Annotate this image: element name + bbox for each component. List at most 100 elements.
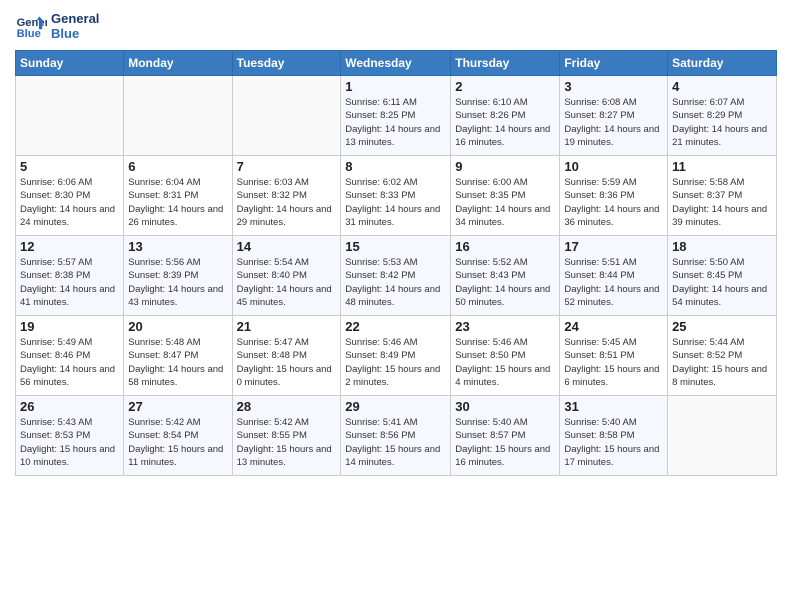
day-number: 25 bbox=[672, 319, 772, 334]
week-row-3: 19 Sunrise: 5:49 AM Sunset: 8:46 PM Dayli… bbox=[16, 316, 777, 396]
day-number: 9 bbox=[455, 159, 555, 174]
calendar-table: SundayMondayTuesdayWednesdayThursdayFrid… bbox=[15, 50, 777, 476]
calendar-cell: 16 Sunrise: 5:52 AM Sunset: 8:43 PM Dayli… bbox=[451, 236, 560, 316]
day-detail: Sunrise: 5:47 AM Sunset: 8:48 PM Dayligh… bbox=[237, 336, 337, 389]
week-row-0: 1 Sunrise: 6:11 AM Sunset: 8:25 PM Daylig… bbox=[16, 76, 777, 156]
day-detail: Sunrise: 6:10 AM Sunset: 8:26 PM Dayligh… bbox=[455, 96, 555, 149]
weekday-friday: Friday bbox=[560, 51, 668, 76]
calendar-cell: 14 Sunrise: 5:54 AM Sunset: 8:40 PM Dayli… bbox=[232, 236, 341, 316]
day-detail: Sunrise: 5:40 AM Sunset: 8:58 PM Dayligh… bbox=[564, 416, 663, 469]
day-detail: Sunrise: 5:56 AM Sunset: 8:39 PM Dayligh… bbox=[128, 256, 227, 309]
calendar-cell: 8 Sunrise: 6:02 AM Sunset: 8:33 PM Daylig… bbox=[341, 156, 451, 236]
day-number: 1 bbox=[345, 79, 446, 94]
weekday-tuesday: Tuesday bbox=[232, 51, 341, 76]
day-detail: Sunrise: 6:00 AM Sunset: 8:35 PM Dayligh… bbox=[455, 176, 555, 229]
day-detail: Sunrise: 6:04 AM Sunset: 8:31 PM Dayligh… bbox=[128, 176, 227, 229]
day-number: 17 bbox=[564, 239, 663, 254]
day-detail: Sunrise: 5:41 AM Sunset: 8:56 PM Dayligh… bbox=[345, 416, 446, 469]
weekday-monday: Monday bbox=[124, 51, 232, 76]
calendar-cell: 2 Sunrise: 6:10 AM Sunset: 8:26 PM Daylig… bbox=[451, 76, 560, 156]
logo-blue: Blue bbox=[51, 26, 99, 41]
day-detail: Sunrise: 5:42 AM Sunset: 8:54 PM Dayligh… bbox=[128, 416, 227, 469]
calendar-cell: 4 Sunrise: 6:07 AM Sunset: 8:29 PM Daylig… bbox=[668, 76, 777, 156]
day-number: 16 bbox=[455, 239, 555, 254]
weekday-sunday: Sunday bbox=[16, 51, 124, 76]
day-detail: Sunrise: 6:06 AM Sunset: 8:30 PM Dayligh… bbox=[20, 176, 119, 229]
calendar-cell: 6Sunrise: 6:04 AM Sunset: 8:31 PM Daylig… bbox=[124, 156, 232, 236]
calendar-cell: 29 Sunrise: 5:41 AM Sunset: 8:56 PM Dayli… bbox=[341, 396, 451, 476]
calendar-cell: 27 Sunrise: 5:42 AM Sunset: 8:54 PM Dayli… bbox=[124, 396, 232, 476]
week-row-2: 12 Sunrise: 5:57 AM Sunset: 8:38 PM Dayli… bbox=[16, 236, 777, 316]
day-number: 23 bbox=[455, 319, 555, 334]
weekday-thursday: Thursday bbox=[451, 51, 560, 76]
day-detail: Sunrise: 6:08 AM Sunset: 8:27 PM Dayligh… bbox=[564, 96, 663, 149]
day-number: 26 bbox=[20, 399, 119, 414]
day-number: 10 bbox=[564, 159, 663, 174]
calendar-cell: 19 Sunrise: 5:49 AM Sunset: 8:46 PM Dayli… bbox=[16, 316, 124, 396]
day-number: 27 bbox=[128, 399, 227, 414]
svg-text:General: General bbox=[17, 17, 47, 29]
day-detail: Sunrise: 5:51 AM Sunset: 8:44 PM Dayligh… bbox=[564, 256, 663, 309]
day-detail: Sunrise: 5:53 AM Sunset: 8:42 PM Dayligh… bbox=[345, 256, 446, 309]
calendar-cell: 5Sunrise: 6:06 AM Sunset: 8:30 PM Daylig… bbox=[16, 156, 124, 236]
weekday-header-row: SundayMondayTuesdayWednesdayThursdayFrid… bbox=[16, 51, 777, 76]
weekday-wednesday: Wednesday bbox=[341, 51, 451, 76]
calendar-cell: 11Sunrise: 5:58 AM Sunset: 8:37 PM Dayli… bbox=[668, 156, 777, 236]
week-row-1: 5Sunrise: 6:06 AM Sunset: 8:30 PM Daylig… bbox=[16, 156, 777, 236]
calendar-cell: 20 Sunrise: 5:48 AM Sunset: 8:47 PM Dayli… bbox=[124, 316, 232, 396]
day-detail: Sunrise: 5:48 AM Sunset: 8:47 PM Dayligh… bbox=[128, 336, 227, 389]
day-detail: Sunrise: 5:52 AM Sunset: 8:43 PM Dayligh… bbox=[455, 256, 555, 309]
day-detail: Sunrise: 5:45 AM Sunset: 8:51 PM Dayligh… bbox=[564, 336, 663, 389]
logo-general: General bbox=[51, 11, 99, 26]
calendar-cell: 3Sunrise: 6:08 AM Sunset: 8:27 PM Daylig… bbox=[560, 76, 668, 156]
day-number: 8 bbox=[345, 159, 446, 174]
calendar-cell: 13 Sunrise: 5:56 AM Sunset: 8:39 PM Dayli… bbox=[124, 236, 232, 316]
calendar-cell: 30 Sunrise: 5:40 AM Sunset: 8:57 PM Dayli… bbox=[451, 396, 560, 476]
day-detail: Sunrise: 5:57 AM Sunset: 8:38 PM Dayligh… bbox=[20, 256, 119, 309]
day-detail: Sunrise: 5:42 AM Sunset: 8:55 PM Dayligh… bbox=[237, 416, 337, 469]
calendar-cell: 24Sunrise: 5:45 AM Sunset: 8:51 PM Dayli… bbox=[560, 316, 668, 396]
day-number: 22 bbox=[345, 319, 446, 334]
day-detail: Sunrise: 6:07 AM Sunset: 8:29 PM Dayligh… bbox=[672, 96, 772, 149]
calendar-cell: 15 Sunrise: 5:53 AM Sunset: 8:42 PM Dayli… bbox=[341, 236, 451, 316]
day-number: 4 bbox=[672, 79, 772, 94]
day-detail: Sunrise: 6:02 AM Sunset: 8:33 PM Dayligh… bbox=[345, 176, 446, 229]
calendar-cell: 21Sunrise: 5:47 AM Sunset: 8:48 PM Dayli… bbox=[232, 316, 341, 396]
day-detail: Sunrise: 6:11 AM Sunset: 8:25 PM Dayligh… bbox=[345, 96, 446, 149]
day-detail: Sunrise: 5:44 AM Sunset: 8:52 PM Dayligh… bbox=[672, 336, 772, 389]
day-number: 13 bbox=[128, 239, 227, 254]
calendar-cell: 7Sunrise: 6:03 AM Sunset: 8:32 PM Daylig… bbox=[232, 156, 341, 236]
day-detail: Sunrise: 5:40 AM Sunset: 8:57 PM Dayligh… bbox=[455, 416, 555, 469]
day-detail: Sunrise: 5:46 AM Sunset: 8:50 PM Dayligh… bbox=[455, 336, 555, 389]
day-number: 15 bbox=[345, 239, 446, 254]
day-detail: Sunrise: 5:54 AM Sunset: 8:40 PM Dayligh… bbox=[237, 256, 337, 309]
page-header: General Blue General Blue bbox=[15, 10, 777, 42]
calendar-cell: 22Sunrise: 5:46 AM Sunset: 8:49 PM Dayli… bbox=[341, 316, 451, 396]
day-number: 28 bbox=[237, 399, 337, 414]
day-detail: Sunrise: 5:43 AM Sunset: 8:53 PM Dayligh… bbox=[20, 416, 119, 469]
day-number: 14 bbox=[237, 239, 337, 254]
day-number: 31 bbox=[564, 399, 663, 414]
calendar-cell bbox=[232, 76, 341, 156]
day-detail: Sunrise: 5:50 AM Sunset: 8:45 PM Dayligh… bbox=[672, 256, 772, 309]
calendar-cell: 25 Sunrise: 5:44 AM Sunset: 8:52 PM Dayli… bbox=[668, 316, 777, 396]
day-number: 20 bbox=[128, 319, 227, 334]
calendar-cell: 23 Sunrise: 5:46 AM Sunset: 8:50 PM Dayli… bbox=[451, 316, 560, 396]
logo-icon: General Blue bbox=[15, 10, 47, 42]
weekday-saturday: Saturday bbox=[668, 51, 777, 76]
day-number: 2 bbox=[455, 79, 555, 94]
logo: General Blue General Blue bbox=[15, 10, 99, 42]
calendar-cell: 12 Sunrise: 5:57 AM Sunset: 8:38 PM Dayli… bbox=[16, 236, 124, 316]
day-number: 12 bbox=[20, 239, 119, 254]
calendar-cell: 9 Sunrise: 6:00 AM Sunset: 8:35 PM Daylig… bbox=[451, 156, 560, 236]
day-detail: Sunrise: 5:49 AM Sunset: 8:46 PM Dayligh… bbox=[20, 336, 119, 389]
calendar-cell: 18Sunrise: 5:50 AM Sunset: 8:45 PM Dayli… bbox=[668, 236, 777, 316]
calendar-cell: 26 Sunrise: 5:43 AM Sunset: 8:53 PM Dayli… bbox=[16, 396, 124, 476]
day-number: 30 bbox=[455, 399, 555, 414]
day-number: 29 bbox=[345, 399, 446, 414]
week-row-4: 26 Sunrise: 5:43 AM Sunset: 8:53 PM Dayli… bbox=[16, 396, 777, 476]
calendar-cell: 10Sunrise: 5:59 AM Sunset: 8:36 PM Dayli… bbox=[560, 156, 668, 236]
calendar-cell: 17 Sunrise: 5:51 AM Sunset: 8:44 PM Dayli… bbox=[560, 236, 668, 316]
calendar-cell bbox=[16, 76, 124, 156]
day-number: 19 bbox=[20, 319, 119, 334]
